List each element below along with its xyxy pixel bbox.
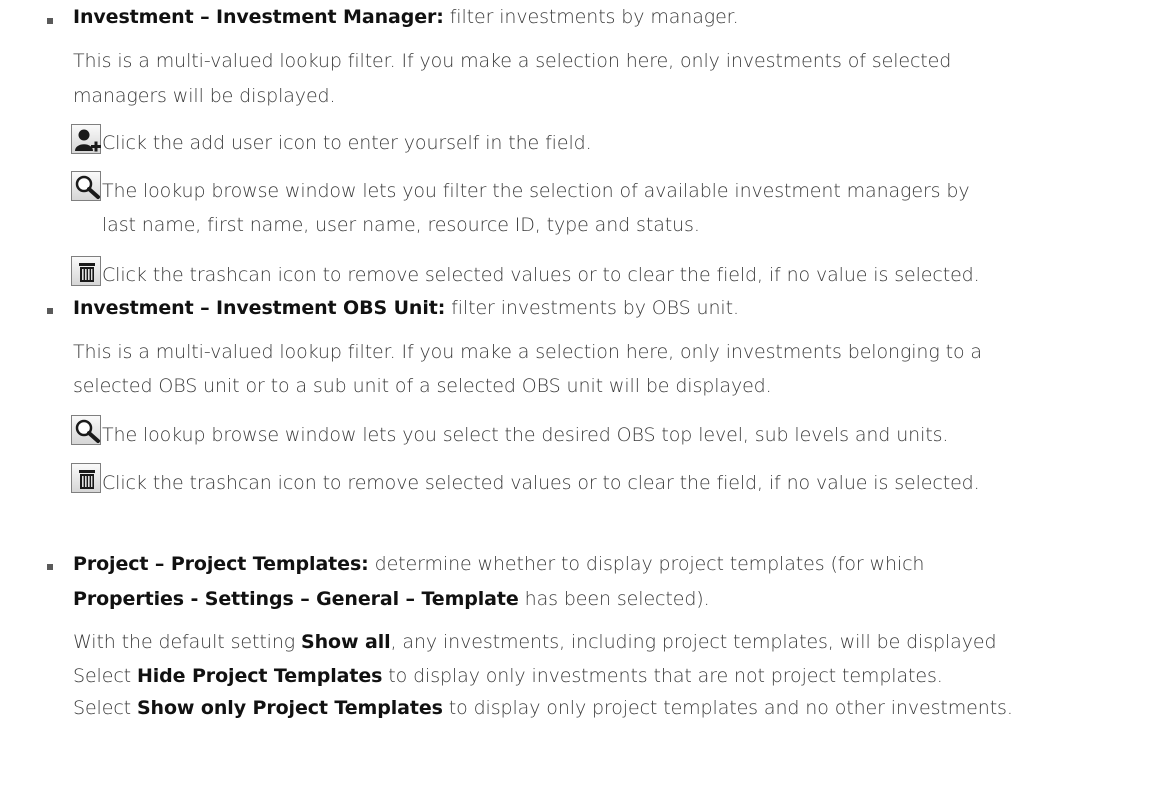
default-post: , any investments, including project tem…	[390, 631, 997, 653]
obs-lookup-text: The lookup browse window lets you select…	[102, 424, 949, 446]
obs-title-rest: filter investments by OBS unit.	[445, 297, 739, 319]
templates-default-line: With the default setting Show all, any i…	[73, 631, 997, 653]
hide-post: to display only investments that are not…	[382, 665, 943, 687]
bullet	[47, 18, 53, 24]
templates-path-rest: has been selected).	[518, 588, 710, 610]
bullet	[47, 564, 53, 570]
manager-title-rest: filter investments by manager.	[443, 6, 739, 28]
only-pre: Select	[73, 697, 137, 719]
magnifier-icon	[71, 171, 101, 201]
bullet	[47, 308, 53, 314]
document: Investment – Investment Manager: filter …	[0, 0, 1158, 791]
add-user-text: Click the add user icon to enter yoursel…	[102, 132, 592, 154]
trash-text: Click the trashcan icon to remove select…	[102, 264, 980, 286]
manager-desc-line1: This is a multi-valued lookup filter. If…	[73, 50, 952, 72]
obs-heading: Investment – Investment OBS Unit: filter…	[73, 297, 739, 319]
lookup-text-line1: The lookup browse window lets you filter…	[102, 180, 970, 202]
hide-pre: Select	[73, 665, 137, 687]
templates-title: Project – Project Templates:	[73, 553, 369, 575]
manager-heading: Investment – Investment Manager: filter …	[73, 6, 739, 28]
only-post: to display only project templates and no…	[442, 697, 1013, 719]
templates-hide-line: Select Hide Project Templates to display…	[73, 665, 943, 687]
magnifier-icon	[71, 415, 101, 445]
templates-heading: Project – Project Templates: determine w…	[73, 553, 924, 575]
obs-desc-line2: selected OBS unit or to a sub unit of a …	[73, 375, 772, 397]
obs-trash-text: Click the trashcan icon to remove select…	[102, 472, 980, 494]
hide-bold: Hide Project Templates	[136, 665, 383, 687]
only-bold: Show only Project Templates	[136, 697, 443, 719]
obs-desc-line1: This is a multi-valued lookup filter. If…	[73, 341, 982, 363]
manager-title: Investment – Investment Manager:	[73, 6, 444, 28]
templates-title-rest: determine whether to display project tem…	[368, 553, 925, 575]
default-bold: Show all	[301, 631, 391, 653]
templates-only-line: Select Show only Project Templates to di…	[73, 697, 1013, 719]
trashcan-icon	[71, 256, 101, 286]
add-user-icon	[71, 124, 101, 154]
default-pre: With the default setting	[73, 631, 302, 653]
obs-title: Investment – Investment OBS Unit:	[73, 297, 446, 319]
manager-desc-line2: managers will be displayed.	[73, 85, 336, 107]
templates-path: Properties - Settings – General – Templa…	[73, 588, 519, 610]
templates-path-line: Properties - Settings – General – Templa…	[73, 588, 710, 610]
lookup-text-line2: last name, first name, user name, resour…	[102, 214, 700, 236]
trashcan-icon	[71, 463, 101, 493]
